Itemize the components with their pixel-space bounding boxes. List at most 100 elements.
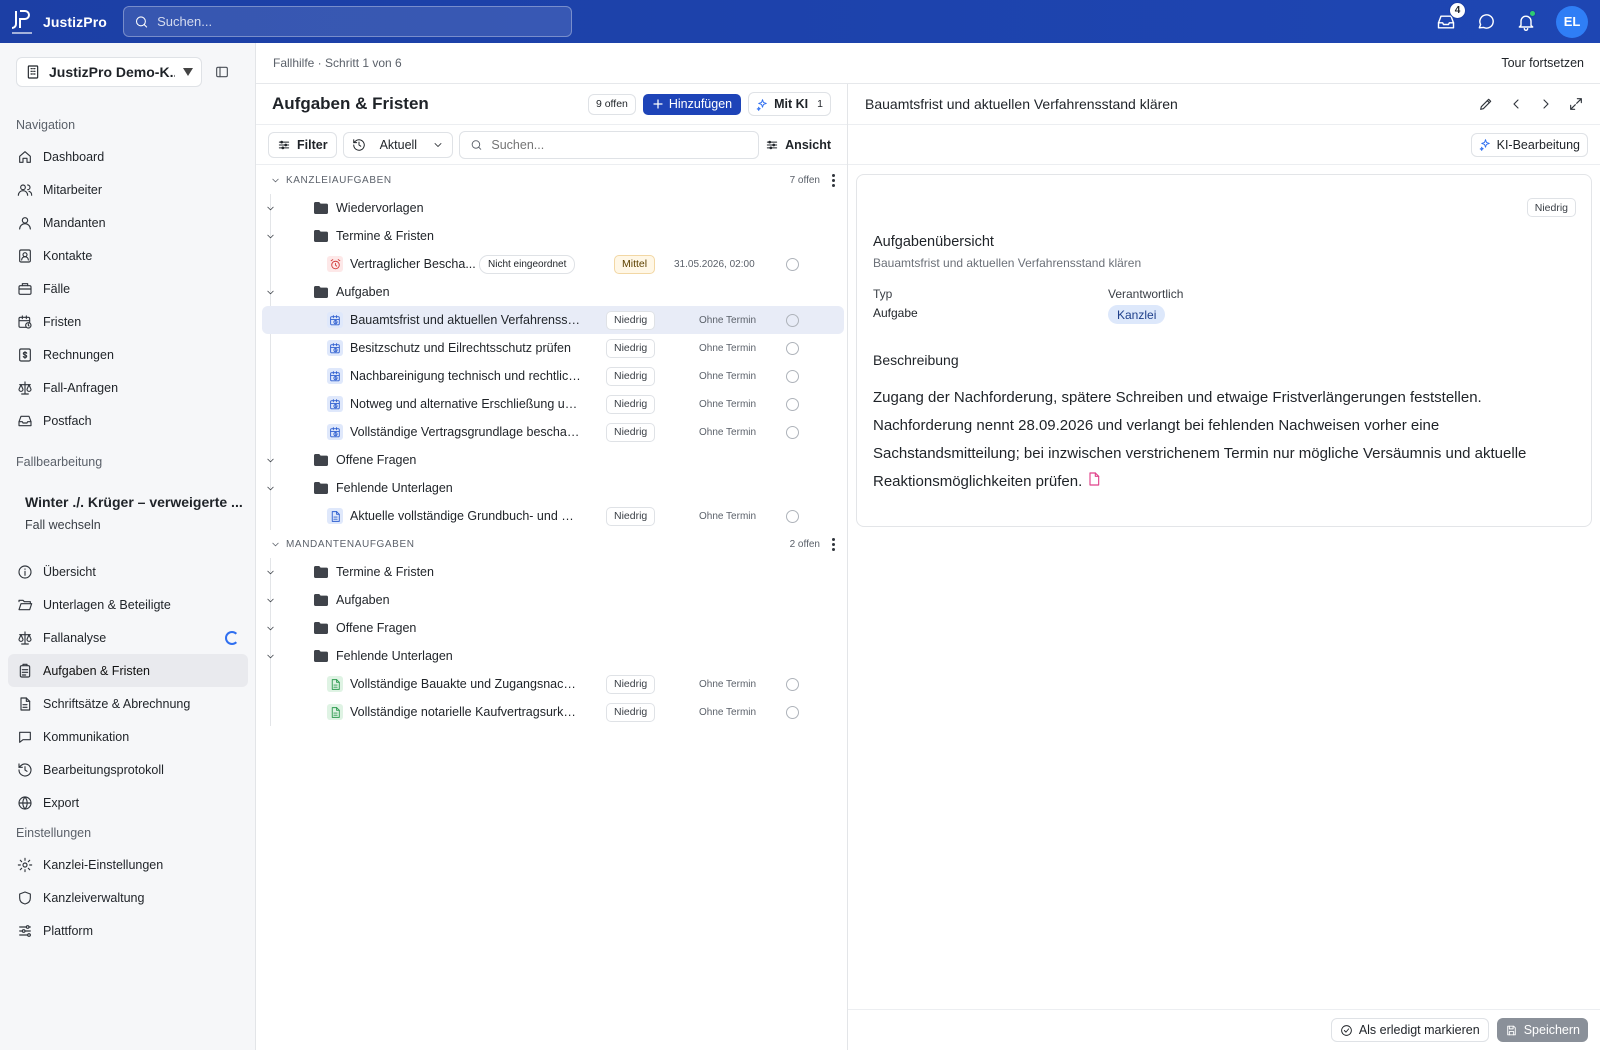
calendar-task-icon	[327, 424, 343, 440]
task-folder[interactable]: Fehlende Unterlagen	[267, 642, 848, 670]
task-group-header[interactable]: MANDANTENAUFGABEN 2 offen	[256, 530, 848, 558]
ki-button[interactable]: Mit KI 1	[748, 92, 831, 116]
view-button[interactable]: Ansicht	[765, 138, 835, 152]
sidebar-item-fälle[interactable]: Fälle	[8, 272, 248, 305]
current-case[interactable]: Winter ./. Krüger – verweigerte ... Fall…	[25, 494, 245, 532]
sidebar-collapse-button[interactable]	[214, 64, 230, 80]
responsible-badge: Kanzlei	[1108, 305, 1166, 324]
task-folder[interactable]: Aufgaben	[267, 278, 848, 306]
task-row[interactable]: Vollständige Bauakte und Zugangsnachw...…	[262, 670, 844, 698]
sidebar-item-postfach[interactable]: Postfach	[8, 404, 248, 437]
sidebar-item-label: Plattform	[43, 923, 94, 938]
global-search-input[interactable]	[157, 14, 561, 29]
priority-badge: Niedrig	[606, 338, 656, 358]
notifications-button[interactable]	[1514, 9, 1538, 34]
tenant-switcher[interactable]: JustizPro Demo-K...	[16, 57, 202, 87]
sidebar-item-label: Fristen	[43, 314, 82, 329]
sidebar-item-kanzleiverwaltung[interactable]: Kanzleiverwaltung	[8, 881, 248, 914]
case-name: Winter ./. Krüger – verweigerte ...	[25, 494, 243, 510]
inbox-button[interactable]: 4	[1434, 1, 1466, 34]
pencil-icon[interactable]	[1478, 96, 1494, 112]
complete-checkbox[interactable]	[786, 510, 799, 523]
complete-checkbox[interactable]	[786, 342, 799, 355]
folder-name: Aufgaben	[336, 593, 390, 607]
sidebar-item-label: Postfach	[43, 413, 92, 428]
task-folder[interactable]: Aufgaben	[267, 586, 848, 614]
sidebar-item-mandanten[interactable]: Mandanten	[8, 206, 248, 239]
check-circle-icon	[1340, 1024, 1352, 1036]
sidebar: JustizPro Demo-K... Navigation Dashboard…	[0, 43, 256, 1050]
complete-checkbox[interactable]	[786, 706, 799, 719]
chat-icon	[19, 731, 31, 743]
main-area: Fallhilfe · Schritt 1 von 6 Tour fortset…	[256, 43, 1600, 1050]
task-tree: KANZLEIAUFGABEN 7 offen Wiedervorlagen Term…	[256, 166, 848, 726]
filter-button[interactable]: Filter	[268, 131, 337, 158]
user-avatar[interactable]: EL	[1556, 5, 1588, 38]
task-row[interactable]: Notweg und alternative Erschließung unt.…	[262, 390, 844, 418]
sidebar-item-plattform[interactable]: Plattform	[8, 914, 248, 947]
task-row[interactable]: Besitzschutz und Eilrechtsschutz prüfen N…	[262, 334, 844, 362]
sidebar-item-unterlagen-beteiligte[interactable]: Unterlagen & Beteiligte	[8, 588, 248, 621]
app-name: JustizPro	[43, 13, 107, 30]
sidebar-item-fall-anfragen[interactable]: Fall-Anfragen	[8, 371, 248, 404]
task-row[interactable]: Aktuelle vollständige Grundbuch- und Sic…	[262, 502, 844, 530]
list-search-input[interactable]	[491, 137, 749, 152]
group-count: 7 offen	[789, 174, 820, 186]
complete-checkbox[interactable]	[786, 314, 799, 327]
sidebar-item-mitarbeiter[interactable]: Mitarbeiter	[8, 173, 248, 206]
folder-icon	[314, 230, 328, 242]
sidebar-item-kanzlei-einstellungen[interactable]: Kanzlei-Einstellungen	[8, 848, 248, 881]
task-folder[interactable]: Offene Fragen	[267, 446, 848, 474]
complete-checkbox[interactable]	[786, 678, 799, 691]
save-button[interactable]: Speichern	[1496, 1018, 1588, 1042]
complete-checkbox[interactable]	[786, 258, 799, 271]
complete-checkbox[interactable]	[786, 370, 799, 383]
task-title: Notweg und alternative Erschließung unt.…	[350, 397, 582, 411]
sidebar-item-übersicht[interactable]: Übersicht	[8, 555, 248, 588]
sidebar-item-dashboard[interactable]: Dashboard	[8, 140, 248, 173]
app-logo[interactable]: JustizPro	[12, 8, 113, 36]
task-row[interactable]: Bauamtsfrist und aktuellen Verfahrenssta…	[262, 306, 844, 334]
main-nav: Dashboard Mitarbeiter Mandanten Kontakte Fäl…	[8, 140, 248, 437]
sidebar-item-fristen[interactable]: Fristen	[8, 305, 248, 338]
scope-select[interactable]: Aktuell	[342, 131, 454, 158]
sidebar-item-export[interactable]: Export	[8, 786, 248, 819]
task-folder[interactable]: Wiedervorlagen	[267, 194, 848, 222]
task-row[interactable]: Vollständige Vertragsgrundlage beschaff.…	[262, 418, 844, 446]
task-row[interactable]: Vollständige notarielle Kaufvertragsurku…	[262, 698, 844, 726]
floppy-icon	[1506, 1025, 1516, 1035]
case-switch-link[interactable]: Fall wechseln	[25, 518, 245, 532]
task-folder[interactable]: Termine & Fristen	[267, 558, 848, 586]
tour-step: Fallhilfe · Schritt 1 von 6	[273, 56, 402, 70]
messages-button[interactable]	[1474, 10, 1498, 34]
chevron-down-icon	[272, 178, 279, 182]
task-row[interactable]: Nachbareinigung technisch und rechtlich …	[262, 362, 844, 390]
sidebar-item-aufgaben-fristen[interactable]: Aufgaben & Fristen	[8, 654, 248, 687]
global-search[interactable]	[123, 6, 572, 37]
tour-continue-button[interactable]: Tour fortsetzen	[1501, 56, 1584, 70]
sidebar-item-kommunikation[interactable]: Kommunikation	[8, 720, 248, 753]
sidebar-item-bearbeitungsprotokoll[interactable]: Bearbeitungsprotokoll	[8, 753, 248, 786]
list-search[interactable]	[459, 130, 760, 159]
more-vertical-icon[interactable]	[826, 537, 840, 551]
sidebar-item-fallanalyse[interactable]: Fallanalyse	[8, 621, 248, 654]
source-document-icon[interactable]	[1086, 471, 1102, 487]
sidebar-item-rechnungen[interactable]: Rechnungen	[8, 338, 248, 371]
add-button[interactable]: Hinzufügen	[642, 93, 742, 115]
complete-checkbox[interactable]	[786, 398, 799, 411]
sidebar-item-schriftsätze-abrechnung[interactable]: Schriftsätze & Abrechnung	[8, 687, 248, 720]
chevron-right-icon[interactable]	[1538, 96, 1554, 112]
task-group-header[interactable]: KANZLEIAUFGABEN 7 offen	[256, 166, 848, 194]
ki-edit-button[interactable]: KI-Bearbeitung	[1470, 132, 1588, 157]
more-vertical-icon[interactable]	[826, 173, 840, 187]
task-row[interactable]: Vertraglicher Bescha... Nicht eingeordnet…	[262, 250, 844, 278]
task-folder[interactable]: Termine & Fristen	[267, 222, 848, 250]
sidebar-item-kontakte[interactable]: Kontakte	[8, 239, 248, 272]
mark-done-button[interactable]: Als erledigt markieren	[1330, 1018, 1489, 1042]
expand-icon[interactable]	[1568, 96, 1584, 112]
chevron-down-icon	[435, 142, 442, 147]
task-folder[interactable]: Offene Fragen	[267, 614, 848, 642]
complete-checkbox[interactable]	[786, 426, 799, 439]
task-folder[interactable]: Fehlende Unterlagen	[267, 474, 848, 502]
chevron-left-icon[interactable]	[1508, 96, 1524, 112]
